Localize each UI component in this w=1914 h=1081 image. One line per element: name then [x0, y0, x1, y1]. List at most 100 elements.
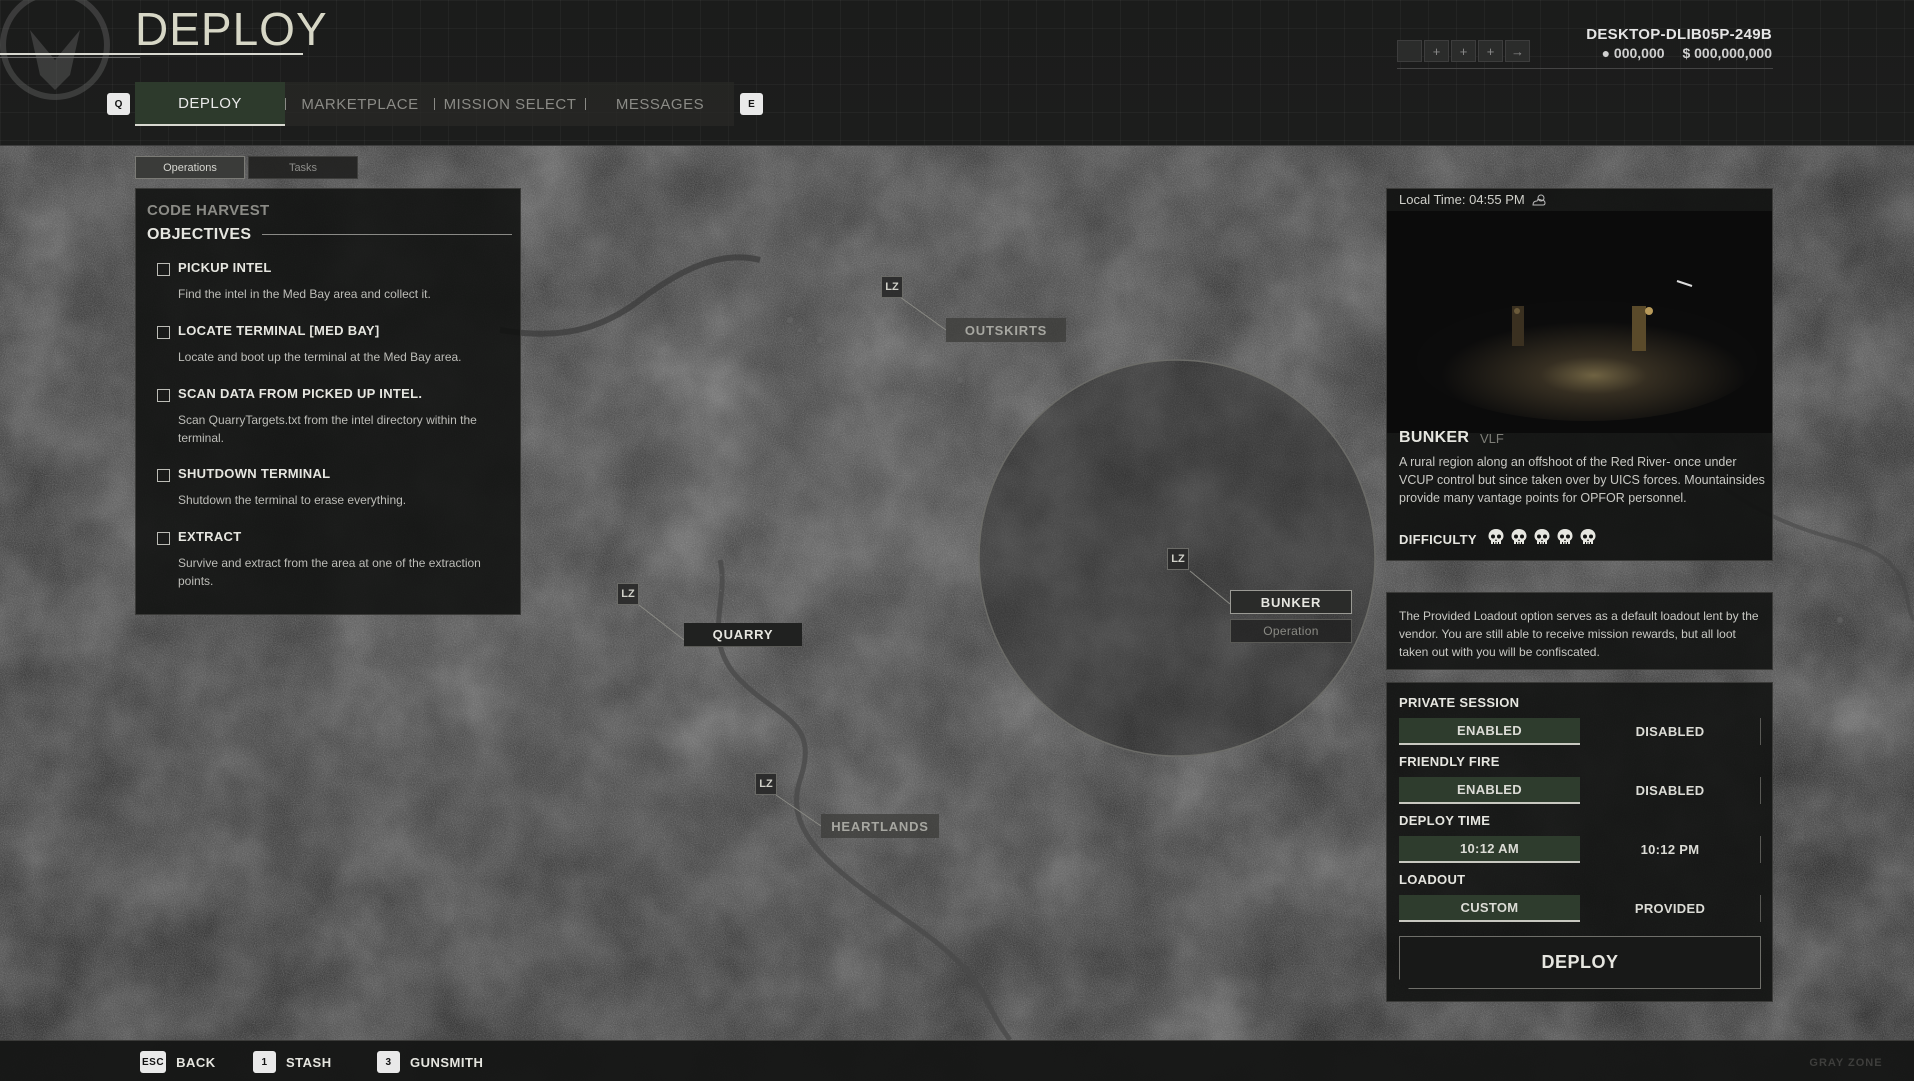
- landing-zone-marker-outskirts[interactable]: LZ: [881, 276, 903, 298]
- squad-slot-divider: [1397, 68, 1773, 69]
- local-time: Local Time: 04:55 PM: [1399, 192, 1547, 207]
- objectives-heading-rule: [262, 234, 512, 235]
- squad-slot-add[interactable]: +: [1424, 40, 1449, 62]
- deploy-time-toggle: 10:12 AM 10:12 PM: [1399, 836, 1761, 863]
- tab-messages[interactable]: MESSAGES: [586, 82, 734, 126]
- nav-prev-key[interactable]: Q: [107, 93, 130, 115]
- objective-checkbox: [157, 263, 170, 276]
- objective-checkbox: [157, 389, 170, 402]
- stash-key: 1: [253, 1051, 276, 1073]
- landing-zone-marker-heartlands[interactable]: LZ: [755, 773, 777, 795]
- cash-balance-last-digit: 0: [1764, 45, 1772, 61]
- loadout-toggle: CUSTOM PROVIDED: [1399, 895, 1761, 922]
- skull-icon: [1511, 529, 1527, 544]
- bottom-bar: ESC BACK 1 STASH 3 GUNSMITH GRAY ZONE: [0, 1040, 1914, 1081]
- skull-icon: [1557, 529, 1573, 544]
- location-description: A rural region along an offshoot of the …: [1399, 455, 1765, 505]
- location-name: BUNKER: [1399, 429, 1470, 446]
- gunsmith-key: 3: [377, 1051, 400, 1073]
- skull-icon: [1580, 529, 1596, 544]
- main-nav: DEPLOY MARKETPLACE MISSION SELECT MESSAG…: [135, 82, 734, 126]
- friendly-fire-disabled[interactable]: DISABLED: [1580, 777, 1761, 804]
- back-button[interactable]: ESC BACK: [140, 1051, 216, 1073]
- objective-description: Shutdown the terminal to erase everythin…: [178, 493, 407, 507]
- map-location-bunker[interactable]: BUNKER: [1230, 590, 1352, 614]
- deploy-time-label: DEPLOY TIME: [1399, 813, 1491, 828]
- subtab-tasks[interactable]: Tasks: [248, 156, 358, 179]
- tab-marketplace[interactable]: MARKETPLACE: [286, 82, 434, 126]
- objective-description: Locate and boot up the terminal at the M…: [178, 350, 462, 364]
- objective-title: SHUTDOWN TERMINAL: [178, 466, 331, 481]
- tab-deploy[interactable]: DEPLOY: [135, 82, 285, 126]
- stash-button[interactable]: 1 STASH: [253, 1051, 332, 1073]
- squad-slot-self[interactable]: [1397, 40, 1422, 62]
- location-card: Local Time: 04:55 PM BUNKER VLF A rural …: [1386, 188, 1773, 561]
- operation-name: CODE HARVEST: [147, 202, 270, 219]
- brand-logo: GRAY ZONE: [1809, 1057, 1882, 1069]
- squad-slots: + + + →: [1397, 40, 1530, 62]
- title-underline-accent: [0, 57, 140, 58]
- skull-icon: [1488, 529, 1504, 544]
- map-location-bunker-type: Operation: [1230, 619, 1352, 643]
- deploy-time-am[interactable]: 10:12 AM: [1399, 836, 1580, 863]
- objectives-panel: CODE HARVEST OBJECTIVES PICKUP INTEL Fin…: [135, 188, 521, 615]
- objective-title: PICKUP INTEL: [178, 260, 272, 275]
- squad-slot-add[interactable]: +: [1451, 40, 1476, 62]
- gunsmith-label: GUNSMITH: [410, 1054, 484, 1070]
- brand-logo-text: GRAY ZONE: [1809, 1057, 1882, 1069]
- cloud-sun-icon: [1532, 194, 1546, 205]
- objective-title: LOCATE TERMINAL [MED BAY]: [178, 323, 380, 338]
- coin-icon: ●: [1601, 45, 1611, 61]
- stash-label: STASH: [286, 1054, 332, 1070]
- loadout-custom[interactable]: CUSTOM: [1399, 895, 1580, 922]
- back-label: BACK: [176, 1054, 216, 1070]
- objective-title: SCAN DATA FROM PICKED UP INTEL.: [178, 386, 423, 401]
- objective-title: EXTRACT: [178, 529, 242, 544]
- loadout-provided[interactable]: PROVIDED: [1580, 895, 1761, 922]
- squad-slot-add[interactable]: +: [1478, 40, 1503, 62]
- page-title: DEPLOY: [135, 3, 328, 55]
- map-location-outskirts[interactable]: OUTSKIRTS: [946, 318, 1066, 342]
- private-session-disabled[interactable]: DISABLED: [1580, 718, 1761, 745]
- friendly-fire-toggle: ENABLED DISABLED: [1399, 777, 1761, 804]
- location-code: VLF: [1480, 431, 1504, 446]
- gunsmith-button[interactable]: 3 GUNSMITH: [377, 1051, 483, 1073]
- friendly-fire-enabled[interactable]: ENABLED: [1399, 777, 1580, 804]
- nav-next-key[interactable]: E: [740, 93, 763, 115]
- subtab-operations[interactable]: Operations: [135, 156, 245, 179]
- faction-emblem-icon: [0, 0, 110, 100]
- skull-icon: [1534, 529, 1550, 544]
- title-underline: [0, 53, 303, 55]
- squad-invite-arrow-icon[interactable]: →: [1505, 40, 1530, 62]
- objective-description: Scan QuarryTargets.txt from the intel di…: [178, 413, 477, 445]
- cash-balance: 000,000,00: [1694, 45, 1765, 61]
- mission-subtabs: Operations Tasks: [135, 156, 358, 179]
- private-session-toggle: ENABLED DISABLED: [1399, 718, 1761, 745]
- top-header: DEPLOY Q DEPLOY MARKETPLACE MISSION SELE…: [0, 0, 1914, 146]
- difficulty-rating: [1487, 528, 1597, 547]
- difficulty-label: DIFFICULTY: [1399, 532, 1477, 547]
- deploy-button[interactable]: DEPLOY: [1399, 936, 1761, 989]
- coin-balance: 000,00: [1613, 45, 1657, 61]
- currency-display: ● 000,000 $ 000,000,000: [1560, 45, 1772, 61]
- objective-checkbox: [157, 469, 170, 482]
- landing-zone-marker-quarry[interactable]: LZ: [617, 583, 639, 605]
- tab-mission-select[interactable]: MISSION SELECT: [435, 82, 585, 126]
- private-session-label: PRIVATE SESSION: [1399, 695, 1520, 710]
- loadout-info-note: The Provided Loadout option serves as a …: [1386, 592, 1773, 670]
- deploy-settings-panel: PRIVATE SESSION ENABLED DISABLED FRIENDL…: [1386, 682, 1773, 1002]
- objective-checkbox: [157, 532, 170, 545]
- objective-checkbox: [157, 326, 170, 339]
- deploy-time-pm[interactable]: 10:12 PM: [1580, 836, 1761, 863]
- map-location-quarry[interactable]: QUARRY: [684, 623, 802, 647]
- dollar-sign: $: [1682, 45, 1691, 61]
- coin-balance-last-digit: 0: [1656, 45, 1665, 61]
- local-time-text: Local Time: 04:55 PM: [1399, 192, 1525, 207]
- map-location-heartlands[interactable]: HEARTLANDS: [821, 814, 939, 838]
- landing-zone-marker-bunker[interactable]: LZ: [1167, 548, 1189, 570]
- back-key: ESC: [140, 1051, 167, 1073]
- private-session-enabled[interactable]: ENABLED: [1399, 718, 1580, 745]
- location-preview-image: [1387, 211, 1772, 433]
- loadout-label: LOADOUT: [1399, 872, 1466, 887]
- objective-description: Survive and extract from the area at one…: [178, 556, 481, 588]
